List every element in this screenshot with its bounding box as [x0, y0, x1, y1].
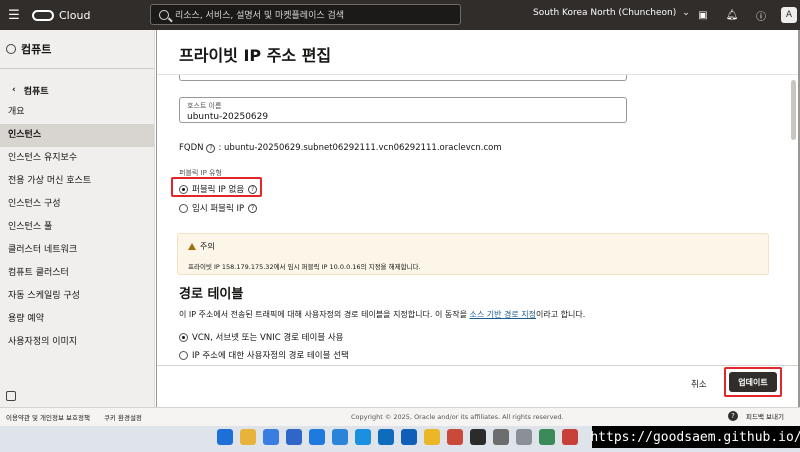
app-red-2-icon[interactable] [562, 429, 578, 445]
feedback-link[interactable]: ? 피드백 보내기 [728, 411, 784, 421]
panel-scrollbar[interactable] [791, 80, 796, 140]
compute-icon [6, 44, 16, 54]
fqdn-value: : ubuntu-20250629.subnet06292111.vcn0629… [218, 143, 502, 153]
file-explorer-icon[interactable] [240, 429, 256, 445]
ephemeral-public-ip-label: 임시 퍼블릭 IP [192, 204, 245, 214]
panel-footer-divider [157, 365, 798, 366]
sidebar-item-overview[interactable]: 개요 [0, 101, 154, 124]
search-input[interactable]: 리소스, 서비스, 설명서 및 마켓플레이스 검색 [150, 4, 461, 25]
hamburger-menu-icon[interactable]: ☰ [0, 0, 28, 30]
route-desc-text-end: 이라고 합니다. [536, 310, 586, 319]
hostname-field[interactable]: 호스트 이름 ubuntu-20250629 [179, 97, 627, 123]
app-blue-2-icon[interactable] [309, 429, 325, 445]
console-footer: 이용약관 및 개인정보 보호정책 쿠키 환경설정 Copyright © 202… [0, 407, 800, 426]
sidebar-title: 컴퓨트 [0, 30, 154, 68]
app-blue-1-icon[interactable] [286, 429, 302, 445]
sidebar-back-label: 컴퓨트 [23, 86, 49, 97]
terms-link[interactable]: 이용약관 및 개인정보 보호정책 [6, 412, 90, 422]
custom-route-label: IP 주소에 대한 사용자정의 경로 테이블 선택 [192, 351, 349, 361]
help-icon[interactable]: ? [206, 143, 216, 153]
sidebar-item-instance-configurations[interactable]: 인스턴스 구성 [0, 193, 154, 216]
app-outlook-icon[interactable] [401, 429, 417, 445]
top-navigation-bar: ☰ Cloud 리소스, 서비스, 설명서 및 마켓플레이스 검색 South … [0, 0, 800, 30]
cancel-button[interactable]: 취소 [691, 378, 707, 390]
copyright-text: Copyright © 2025, Oracle and/or its affi… [351, 413, 564, 421]
app-skype-icon[interactable] [355, 429, 371, 445]
annotation-highlight-box [171, 177, 262, 197]
help-icon[interactable]: ⓘ [752, 6, 770, 24]
sidebar-item-instance-pools[interactable]: 인스턴스 풀 [0, 216, 154, 239]
hostname-value: ubuntu-20250629 [187, 112, 269, 122]
app-green-icon[interactable] [539, 429, 555, 445]
edit-private-ip-panel: 프라이빗 IP 주소 편집 호스트 이름 ubuntu-20250629 FQD… [157, 30, 798, 407]
sidebar-item-instances[interactable]: 인스턴스 [0, 124, 154, 147]
chevron-down-icon: ⌄ [682, 8, 690, 18]
taskbar-icons [217, 429, 578, 445]
region-selector[interactable]: South Korea North (Chuncheon) ⌄ [533, 8, 690, 18]
search-icon [159, 9, 169, 20]
route-desc-text: 이 IP 주소에서 전송된 트래픽에 대해 사용자정의 경로 테이블을 지정합니… [179, 310, 470, 319]
sidebar-title-label: 컴퓨트 [21, 43, 52, 56]
radio-button-selected[interactable] [179, 332, 188, 342]
app-blue-3-icon[interactable] [332, 429, 348, 445]
hostname-label: 호스트 이름 [187, 102, 222, 110]
sidebar-item-custom-images[interactable]: 사용자정의 이미지 [0, 331, 154, 354]
feedback-label: 피드백 보내기 [746, 413, 784, 421]
radio-use-vnic-route-table[interactable]: VCN, 서브넷 또는 VNIC 경로 테이블 사용 [177, 329, 345, 345]
notice-body: 프라이빗 IP 158.179.175.32에서 임시 퍼블릭 IP 10.0.… [188, 263, 421, 271]
fqdn-label: FQDN [179, 143, 204, 153]
app-red-icon[interactable] [447, 429, 463, 445]
help-icon[interactable]: ? [248, 203, 258, 213]
fqdn-row: FQDN ? : ubuntu-20250629.subnet06292111.… [179, 143, 502, 153]
notice-title-row: 주의 [188, 241, 758, 252]
chevron-left-icon: ‹ [12, 85, 16, 95]
previous-field-bottom[interactable] [179, 75, 627, 81]
annotation-highlight-box [724, 367, 782, 397]
windows-start-icon[interactable] [217, 429, 233, 445]
help-icon[interactable]: ? [728, 411, 738, 421]
notice-title: 주의 [200, 242, 215, 251]
sidebar: 컴퓨트 ‹ 컴퓨트 개요 인스턴스 인스턴스 유지보수 전용 가상 머신 호스트… [0, 30, 155, 407]
user-avatar[interactable]: A [781, 7, 797, 23]
region-label: South Korea North (Chuncheon) [533, 8, 677, 18]
oracle-cloud-logo[interactable]: Cloud [32, 9, 90, 22]
sidebar-item-autoscaling[interactable]: 자동 스케일링 구성 [0, 285, 154, 308]
search-placeholder: 리소스, 서비스, 설명서 및 마켓플레이스 검색 [175, 11, 345, 21]
route-table-heading: 경로 테이블 [179, 287, 244, 302]
cookie-preferences-link[interactable]: 쿠키 환경설정 [104, 412, 142, 422]
route-table-description: 이 IP 주소에서 전송된 트래픽에 대해 사용자정의 경로 테이블을 지정합니… [179, 309, 585, 320]
app-mail-icon[interactable] [378, 429, 394, 445]
oracle-logo-icon [32, 9, 54, 21]
notifications-bell-icon[interactable]: 🔔︎ [723, 6, 741, 24]
source-based-routing-link[interactable]: 소스 기반 경로 지정 [469, 310, 536, 319]
panel-scroll-area[interactable]: 호스트 이름 ubuntu-20250629 FQDN ? : ubuntu-2… [157, 75, 798, 365]
app-yellow-icon[interactable] [424, 429, 440, 445]
app-terminal-icon[interactable] [470, 429, 486, 445]
app-settings-icon[interactable] [493, 429, 509, 445]
logo-text: Cloud [59, 8, 91, 22]
radio-button[interactable] [179, 350, 188, 360]
sidebar-item-capacity-reservations[interactable]: 용량 예약 [0, 308, 154, 331]
radio-ephemeral-public-ip[interactable]: 임시 퍼블릭 IP ? [177, 200, 259, 216]
collapse-sidebar-icon[interactable] [6, 391, 16, 401]
sidebar-item-compute-clusters[interactable]: 컴퓨트 클러스터 [0, 262, 154, 285]
sidebar-item-instance-maintenance[interactable]: 인스턴스 유지보수 [0, 147, 154, 170]
browser-chrome-icon[interactable] [263, 429, 279, 445]
warning-icon [188, 243, 196, 250]
radio-button[interactable] [179, 203, 188, 213]
app-gray-icon[interactable] [516, 429, 532, 445]
sidebar-item-cluster-networks[interactable]: 클러스터 네트워크 [0, 239, 154, 262]
use-vnic-route-label: VCN, 서브넷 또는 VNIC 경로 테이블 사용 [192, 333, 344, 343]
sidebar-item-dedicated-vm-hosts[interactable]: 전용 가상 머신 호스트 [0, 170, 154, 193]
cloud-shell-icon[interactable]: ▣ [694, 6, 712, 24]
watermark: https://goodsaem.github.io/ [590, 426, 800, 448]
radio-custom-route-table[interactable]: IP 주소에 대한 사용자정의 경로 테이블 선택 [177, 347, 351, 363]
warning-notice: 주의 프라이빗 IP 158.179.175.32에서 임시 퍼블릭 IP 10… [177, 233, 769, 275]
panel-title: 프라이빗 IP 주소 편집 [179, 46, 332, 65]
